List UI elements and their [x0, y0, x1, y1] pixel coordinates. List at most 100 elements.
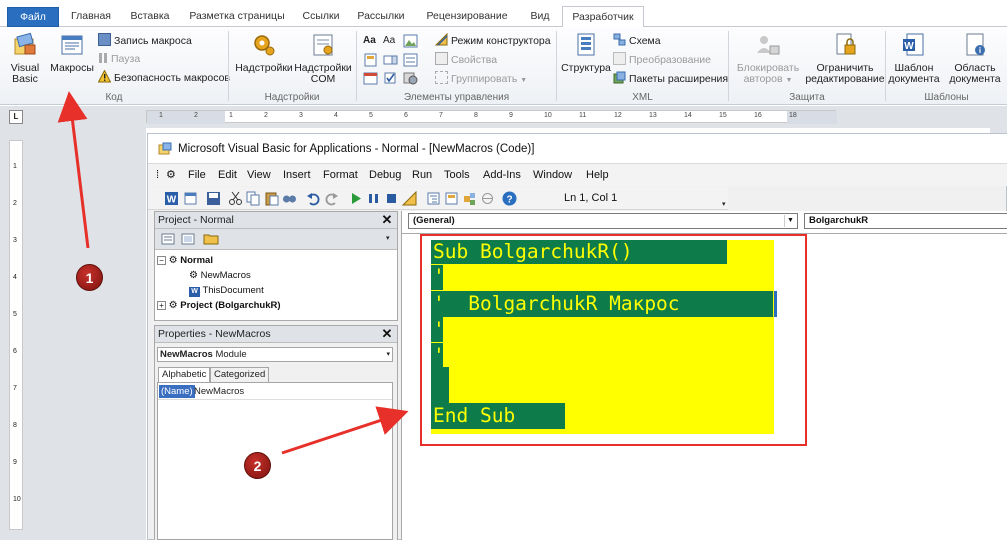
tab-home[interactable]: Главная: [64, 6, 118, 27]
menu-help[interactable]: Help: [586, 164, 609, 186]
group-button[interactable]: Группировать ▼: [435, 71, 527, 87]
project-panel-header[interactable]: Project - Normal ✕: [155, 212, 397, 229]
transform-icon: [613, 52, 626, 65]
structure-button[interactable]: Структура: [561, 31, 611, 74]
toolbar-overflow-icon[interactable]: ▾: [722, 200, 726, 208]
design-mode-icon[interactable]: [402, 191, 417, 206]
combo-box-control-icon[interactable]: [383, 53, 398, 67]
picture-control-icon[interactable]: [403, 34, 418, 48]
com-addins-icon: [313, 34, 333, 56]
tab-file[interactable]: Файл: [7, 7, 59, 27]
dropdown-list-icon[interactable]: [403, 53, 418, 67]
tab-stop-selector[interactable]: L: [9, 110, 23, 124]
tab-insert[interactable]: Вставка: [122, 6, 178, 27]
tree-label-project: Project (BolgarchukR): [180, 300, 281, 311]
project-panel-toolbar: ▾: [155, 229, 397, 250]
vertical-ruler[interactable]: 1 2 3 4 5 6 7 8 9 10: [9, 140, 23, 530]
group-controls: Aa Aa Режим конструктора Свойства Группи…: [357, 27, 556, 105]
macro-security-button[interactable]: Безопасность макросов: [97, 69, 230, 86]
plain-text-control-button[interactable]: Aa: [383, 33, 395, 49]
reset-icon[interactable]: [384, 191, 399, 206]
tab-categorized[interactable]: Categorized: [210, 367, 270, 382]
horizontal-ruler[interactable]: 1 2 1 2 3 4 5 6 7 8 9 10 11 12 13 14 15 16 18: [146, 110, 837, 124]
tree-node-thisdocument[interactable]: W ThisDocument: [189, 285, 264, 297]
menu-addins[interactable]: Add-Ins: [483, 164, 521, 186]
transform-button[interactable]: Преобразование: [613, 52, 711, 68]
view-word-icon[interactable]: W: [164, 191, 179, 206]
help-icon[interactable]: ?: [502, 191, 517, 206]
undo-icon[interactable]: [306, 191, 321, 206]
tab-references[interactable]: Ссылки: [296, 6, 346, 27]
close-icon[interactable]: ✕: [379, 326, 395, 342]
object-combo[interactable]: (General) ▼: [408, 213, 798, 229]
run-icon[interactable]: [348, 191, 363, 206]
tab-alphabetic[interactable]: Alphabetic: [158, 367, 211, 382]
view-object-icon[interactable]: [181, 233, 195, 245]
procedure-combo[interactable]: BolgarchukR: [804, 213, 1007, 229]
expand-icon[interactable]: +: [157, 301, 166, 310]
menu-view[interactable]: View: [247, 164, 271, 186]
schema-button[interactable]: Схема: [613, 33, 661, 49]
paste-icon[interactable]: [264, 191, 279, 206]
tree-node-project[interactable]: + ⚙ Project (BolgarchukR): [157, 300, 281, 311]
project-explorer-icon[interactable]: [426, 191, 441, 206]
tab-review[interactable]: Рецензирование: [416, 6, 518, 27]
insert-module-icon[interactable]: [184, 191, 199, 206]
cut-icon[interactable]: [228, 191, 243, 206]
record-macro-button[interactable]: Запись макроса: [98, 33, 192, 49]
properties-object-select[interactable]: NewMacros Module ▾: [157, 347, 393, 362]
document-panel-button[interactable]: i Область документа: [944, 31, 1006, 85]
property-value-name[interactable]: NewMacros: [194, 385, 244, 398]
collapse-icon[interactable]: −: [157, 256, 166, 265]
menu-edit[interactable]: Edit: [218, 164, 237, 186]
object-browser-icon[interactable]: [462, 191, 477, 206]
building-block-icon[interactable]: [363, 53, 378, 67]
visual-basic-icon: [14, 32, 36, 55]
block-authors-button[interactable]: Блокировать авторов ▼: [733, 31, 803, 86]
break-icon[interactable]: [366, 191, 381, 206]
copy-icon[interactable]: [246, 191, 261, 206]
macros-button[interactable]: Макросы: [48, 31, 96, 74]
procedure-combo-value: BolgarchukR: [809, 215, 869, 226]
word-doc-icon: W: [903, 33, 924, 56]
tab-view[interactable]: Вид: [522, 6, 558, 27]
properties-button[interactable]: Свойства: [435, 52, 497, 68]
expansion-packs-button[interactable]: Пакеты расширения: [613, 71, 728, 87]
menu-format[interactable]: Format: [323, 164, 358, 186]
properties-panel-header[interactable]: Properties - NewMacros ✕: [155, 326, 397, 343]
menu-window[interactable]: Window: [533, 164, 572, 186]
design-mode-button[interactable]: Режим конструктора: [434, 32, 551, 49]
redo-icon[interactable]: [324, 191, 339, 206]
properties-window-icon[interactable]: [444, 191, 459, 206]
close-icon[interactable]: ✕: [379, 212, 395, 228]
tab-mailings[interactable]: Рассылки: [350, 6, 412, 27]
addins-button[interactable]: Надстройки: [235, 31, 293, 74]
legacy-tools-icon[interactable]: [403, 71, 418, 85]
menu-debug[interactable]: Debug: [369, 164, 401, 186]
visual-basic-button[interactable]: Visual Basic: [8, 31, 42, 85]
vba-title-bar[interactable]: Microsoft Visual Basic for Applications …: [148, 134, 1007, 164]
menu-tools[interactable]: Tools: [444, 164, 470, 186]
tree-node-normal[interactable]: − ⚙ Normal: [157, 255, 213, 266]
date-picker-icon[interactable]: [363, 71, 378, 85]
toggle-folders-icon[interactable]: [203, 232, 219, 245]
tree-node-newmacros[interactable]: ⚙ NewMacros: [189, 270, 251, 281]
property-key-name[interactable]: (Name): [159, 385, 195, 398]
find-icon[interactable]: [282, 191, 297, 206]
tab-developer[interactable]: Разработчик: [562, 6, 644, 28]
save-icon[interactable]: [206, 191, 221, 206]
menu-run[interactable]: Run: [412, 164, 432, 186]
restrict-editing-button[interactable]: Ограничить редактирование: [805, 31, 885, 85]
menu-insert[interactable]: Insert: [283, 164, 311, 186]
ruler-label: 18: [789, 112, 797, 119]
com-addins-button[interactable]: Надстройки COM: [293, 31, 353, 85]
toolbox-icon[interactable]: [480, 191, 495, 206]
menu-file[interactable]: File: [188, 164, 206, 186]
pause-button[interactable]: Пауза: [98, 51, 140, 67]
text-control-aa-button[interactable]: Aa: [363, 33, 376, 49]
tab-page-layout[interactable]: Разметка страницы: [182, 6, 292, 27]
view-code-icon[interactable]: [161, 233, 175, 245]
checkbox-control-icon[interactable]: [383, 71, 398, 85]
panel-scroll-icon[interactable]: ▾: [386, 231, 396, 247]
document-template-button[interactable]: W Шаблон документа: [886, 31, 942, 85]
